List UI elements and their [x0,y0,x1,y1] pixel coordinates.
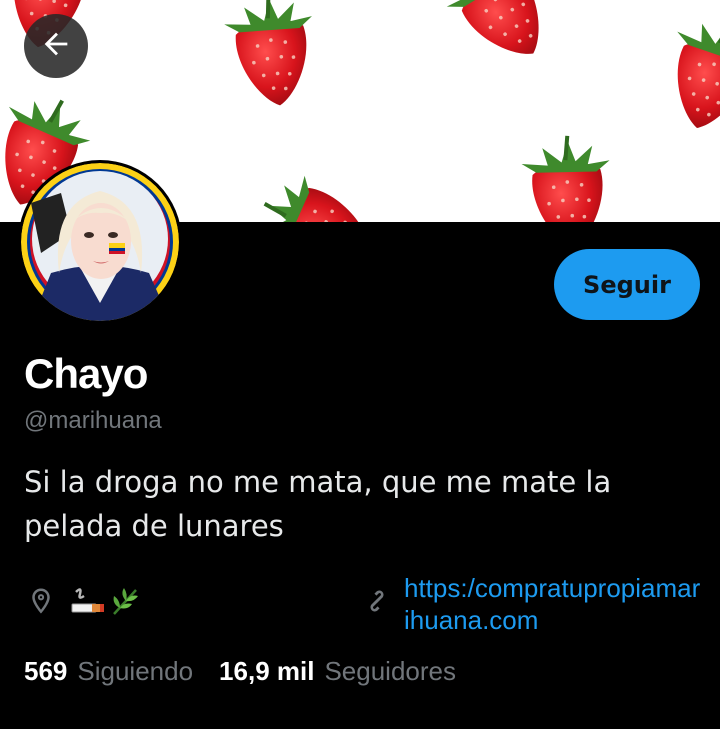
location-pin-icon [26,586,56,620]
followers-stat[interactable]: 16,9 mil Seguidores [219,656,456,687]
profile-bio: Si la droga no me mata, que me mate la p… [24,465,612,543]
profile-location [26,584,142,622]
following-count: 569 [24,656,68,686]
location-emojis [70,584,142,622]
followers-label: Seguidores [324,656,456,686]
followers-count: 16,9 mil [219,656,315,686]
profile-url-link[interactable]: https:/compratupropiamarihuana.com [404,572,704,636]
profile-handle: @marihuana [24,407,162,434]
cigarette-icon [70,584,106,622]
following-stat[interactable]: 569 Siguiendo [24,656,193,687]
profile-name: Chayo [24,350,148,397]
herb-icon [108,584,142,622]
profile-link: https:/compratupropiamarihuana.com [360,572,704,636]
arrow-left-icon [39,27,73,65]
link-icon [360,584,394,622]
profile-stats: 569 Siguiendo 16,9 mil Seguidores [24,656,456,687]
following-label: Siguiendo [77,656,194,686]
follow-button[interactable]: Seguir [554,249,700,320]
back-button[interactable] [24,14,88,78]
avatar[interactable] [21,163,179,321]
